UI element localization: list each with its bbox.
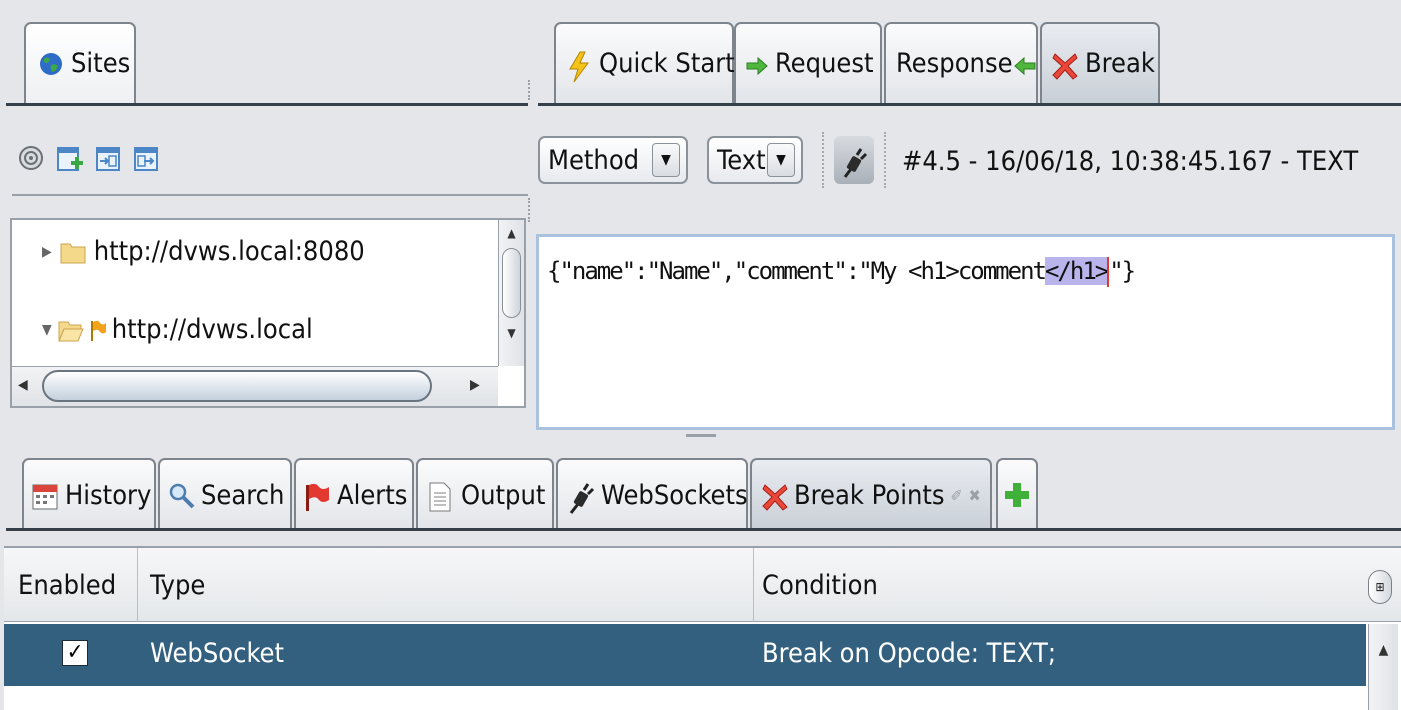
- tab-sites[interactable]: Sites: [24, 22, 136, 103]
- payload-selection: </h1>: [1044, 257, 1109, 285]
- column-header[interactable]: Condition: [754, 548, 1364, 622]
- collapse-arrow-icon[interactable]: ▼: [42, 322, 52, 338]
- splitter-grip[interactable]: [528, 80, 532, 100]
- vertical-scrollbar[interactable]: ▲ ▼: [498, 220, 524, 366]
- plug-icon: [841, 147, 868, 178]
- tab-search[interactable]: Search: [158, 458, 292, 530]
- pin-icon[interactable]: ✐: [951, 486, 963, 505]
- column-chooser-icon[interactable]: ⊞: [1368, 570, 1392, 604]
- tree-node[interactable]: ▶ http://dvws.local:8080: [42, 236, 365, 267]
- method-select[interactable]: Method ▼: [538, 136, 688, 184]
- scroll-up-icon[interactable]: ▲: [499, 226, 524, 240]
- payload-prefix: {"name":"Name","comment":"My <h1>comment: [547, 257, 1047, 285]
- tab-request-label: Request: [775, 48, 874, 79]
- tab-request[interactable]: Request: [734, 22, 882, 103]
- chevron-down-icon[interactable]: ▼: [767, 143, 795, 177]
- sites-tree-panel: ▶ http://dvws.local:8080 ▼ http://dvws.l…: [10, 218, 526, 408]
- red-x-icon: [762, 482, 788, 511]
- row-type: WebSocket: [150, 638, 285, 669]
- table-row[interactable]: ✓ WebSocket Break on Opcode: TEXT;: [4, 624, 1366, 686]
- view-select[interactable]: Text ▼: [707, 136, 803, 184]
- tab-history[interactable]: History: [22, 458, 156, 530]
- method-select-value: Method: [548, 144, 640, 176]
- splitter-grip[interactable]: [686, 434, 716, 437]
- export-context-icon[interactable]: [132, 145, 158, 171]
- tab-alerts[interactable]: Alerts: [294, 458, 414, 530]
- flag-icon: [304, 482, 330, 511]
- separator: [884, 132, 888, 188]
- expand-arrow-icon[interactable]: ▶: [42, 244, 52, 260]
- scroll-right-icon[interactable]: ▶: [470, 377, 480, 393]
- horizontal-scrollbar[interactable]: ◀ ▶: [12, 366, 498, 406]
- arrow-left-icon: [1013, 51, 1036, 77]
- plug-icon: [568, 482, 595, 514]
- divider: [6, 528, 1401, 531]
- view-select-value: Text: [717, 144, 766, 176]
- target-icon[interactable]: [18, 145, 44, 171]
- tree-node-label: http://dvws.local: [111, 314, 313, 345]
- payload-suffix: "}: [1109, 257, 1136, 285]
- tab-output[interactable]: Output: [416, 458, 554, 530]
- folder-icon: [60, 239, 86, 265]
- table-header: Enabled Type Condition ⊞: [4, 548, 1401, 622]
- tab-sites-label: Sites: [71, 48, 131, 79]
- sites-tab-strip: Sites: [0, 0, 530, 105]
- payload-editor[interactable]: {"name":"Name","comment":"My <h1>comment…: [536, 234, 1395, 430]
- tab-search-label: Search: [201, 479, 285, 511]
- vertical-scrollbar[interactable]: ▲: [1368, 624, 1398, 710]
- magnifier-icon: [168, 482, 195, 509]
- tree-node-label: http://dvws.local:8080: [93, 236, 365, 267]
- message-info: #4.5 - 16/06/18, 10:38:45.167 - TEXT: [902, 146, 1359, 177]
- divider: [12, 194, 528, 196]
- column-header[interactable]: Type: [138, 548, 754, 622]
- tab-websockets[interactable]: WebSockets: [556, 458, 748, 530]
- work-tab-strip: Quick Start Request Response Break: [538, 0, 1401, 105]
- plus-icon: [1004, 482, 1030, 508]
- calendar-icon: [32, 482, 58, 510]
- scroll-down-icon[interactable]: ▼: [499, 326, 524, 340]
- scroll-thumb[interactable]: [502, 248, 521, 318]
- import-context-icon[interactable]: [94, 145, 120, 171]
- tab-quick-start-label: Quick Start: [599, 48, 735, 79]
- scroll-left-icon[interactable]: ◀: [18, 377, 28, 393]
- tree-node[interactable]: ▼ http://dvws.local: [42, 314, 313, 345]
- add-tab-button[interactable]: [996, 458, 1038, 530]
- tab-response-label: Response: [896, 48, 1013, 79]
- tab-websockets-label: WebSockets: [601, 479, 748, 511]
- tab-break-label: Break: [1085, 48, 1155, 79]
- tab-break-points-label: Break Points: [794, 479, 945, 511]
- close-icon[interactable]: ✖: [969, 486, 981, 505]
- column-header[interactable]: Enabled: [4, 548, 138, 622]
- divider: [6, 103, 528, 106]
- folder-open-icon: [57, 317, 84, 343]
- tab-response[interactable]: Response: [884, 22, 1038, 103]
- tab-break-points[interactable]: Break Points ✐ ✖: [750, 458, 992, 530]
- tab-quick-start[interactable]: Quick Start: [554, 22, 735, 103]
- row-condition: Break on Opcode: TEXT;: [762, 638, 1057, 669]
- tab-break[interactable]: Break: [1040, 22, 1160, 103]
- sites-toolbar: [18, 140, 158, 176]
- globe-icon: [38, 51, 64, 77]
- flag-icon: [90, 317, 106, 343]
- payload-text[interactable]: {"name":"Name","comment":"My <h1>comment…: [547, 257, 1136, 287]
- tab-output-label: Output: [461, 479, 546, 511]
- scroll-thumb[interactable]: [42, 370, 432, 402]
- enabled-checkbox[interactable]: ✓: [62, 640, 88, 666]
- tab-history-label: History: [65, 479, 152, 511]
- lightning-icon: [566, 51, 592, 82]
- separator: [822, 132, 826, 188]
- break-points-table: Enabled Type Condition ⊞ ✓ WebSocket Bre…: [4, 546, 1401, 710]
- arrow-right-icon: [746, 51, 768, 77]
- chevron-down-icon[interactable]: ▼: [652, 143, 680, 177]
- red-x-icon: [1052, 51, 1078, 80]
- bottom-tab-strip: History Search Alerts Output WebSockets …: [0, 452, 1401, 532]
- document-icon: [428, 482, 454, 512]
- new-context-icon[interactable]: [56, 145, 83, 171]
- plug-toggle-button[interactable]: [834, 136, 874, 184]
- splitter-grip[interactable]: [530, 200, 534, 230]
- divider: [538, 103, 1401, 106]
- scroll-up-icon[interactable]: ▲: [1369, 642, 1398, 658]
- tab-alerts-label: Alerts: [337, 479, 408, 511]
